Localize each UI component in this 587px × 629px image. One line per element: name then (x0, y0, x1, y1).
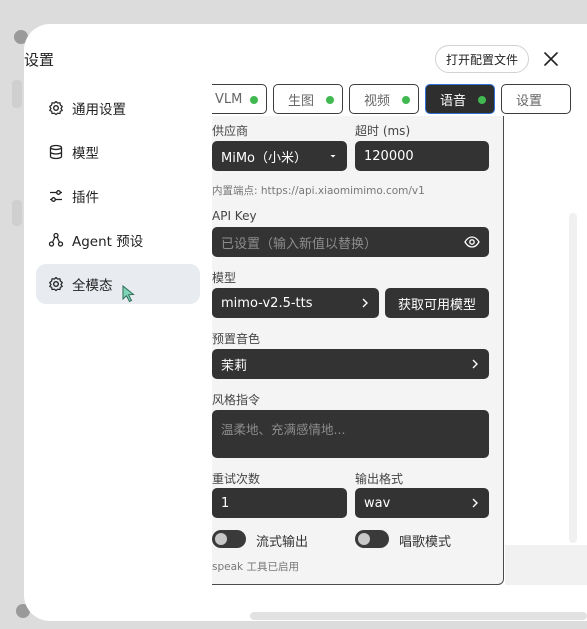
sidebar-item-label: 插件 (72, 190, 99, 206)
stream-output-toggle[interactable] (212, 530, 246, 548)
model-label: 模型 (212, 271, 237, 285)
sidebar-item-label: Agent 预设 (72, 234, 144, 250)
background-row (12, 200, 22, 226)
fetch-models-button[interactable]: 获取可用模型 (385, 288, 489, 318)
horizontal-scrollbar[interactable] (250, 612, 587, 620)
provider-value: MiMo（小米） (221, 150, 307, 166)
speak-tool-status: speak 工具已启用 (212, 561, 299, 573)
gear-icon (48, 276, 64, 292)
gear-icon (48, 100, 64, 116)
agent-icon (48, 232, 64, 248)
sidebar-item-label: 模型 (72, 146, 99, 162)
sidebar-item-general[interactable]: 通用设置 (36, 88, 200, 128)
panel-edge (505, 545, 587, 585)
style-placeholder: 温柔地、充满感情地... (221, 422, 346, 437)
tab-voice[interactable]: 语音 (425, 84, 495, 114)
sidebar-item-label: 通用设置 (72, 102, 126, 118)
close-button[interactable] (540, 48, 562, 70)
chevron-right-icon (472, 359, 478, 369)
chevron-right-icon (472, 498, 478, 508)
model-select[interactable]: mimo-v2.5-tts (212, 288, 379, 318)
sliders-icon (48, 188, 64, 204)
singing-mode-label: 唱歌模式 (399, 535, 452, 550)
tab-label: 视频 (364, 93, 391, 109)
status-dot-icon (250, 96, 258, 104)
tab-video[interactable]: 视频 (349, 84, 419, 114)
retry-label: 重试次数 (212, 472, 261, 486)
close-icon (544, 52, 558, 66)
provider-label: 供应商 (212, 124, 249, 138)
timeout-value: 120000 (364, 148, 414, 164)
vertical-scrollbar[interactable] (569, 213, 577, 543)
sidebar-item-multimodal[interactable]: 全模态 (36, 264, 200, 304)
open-config-file-button[interactable]: 打开配置文件 (435, 45, 529, 73)
api-key-input[interactable]: 已设置（输入新值以替换） (212, 227, 489, 257)
timeout-input[interactable]: 120000 (355, 141, 489, 171)
chevron-right-icon (362, 298, 368, 308)
tab-settings[interactable]: 设置 (501, 84, 571, 114)
toggle-knob (215, 533, 227, 545)
style-label: 风格指令 (212, 393, 261, 407)
format-value: wav (364, 495, 391, 511)
retry-value: 1 (221, 495, 230, 511)
voice-value: 茉莉 (221, 358, 248, 374)
api-key-placeholder: 已设置（输入新值以替换） (221, 236, 378, 252)
caret-down-icon (330, 155, 336, 158)
database-icon (48, 144, 64, 160)
tab-label: 设置 (516, 93, 543, 109)
endpoint-hint: 内置端点: https://api.xiaomimimo.com/v1 (212, 185, 425, 197)
tab-image-gen[interactable]: 生图 (273, 84, 343, 114)
api-key-label: API Key (212, 209, 257, 223)
eye-icon[interactable] (464, 235, 480, 249)
timeout-label: 超时 (ms) (355, 124, 411, 138)
tab-label: 生图 (288, 93, 315, 109)
status-dot-icon (402, 96, 410, 104)
dialog-title: 设置 (24, 51, 55, 69)
status-dot-icon (478, 96, 486, 104)
format-select[interactable]: wav (355, 488, 489, 518)
retry-input[interactable]: 1 (212, 488, 347, 518)
voice-select[interactable]: 茉莉 (212, 349, 489, 379)
tab-vlm[interactable]: VLM (212, 84, 267, 114)
sidebar-item-plugins[interactable]: 插件 (36, 176, 200, 216)
sidebar-item-label: 全模态 (72, 278, 113, 294)
background-row (12, 80, 22, 108)
tab-label: 语音 (440, 93, 467, 109)
provider-select[interactable]: MiMo（小米） (212, 141, 347, 171)
sidebar-item-models[interactable]: 模型 (36, 132, 200, 172)
stream-output-label: 流式输出 (256, 535, 309, 550)
style-textarea[interactable]: 温柔地、充满感情地... (212, 410, 489, 458)
status-dot-icon (326, 96, 334, 104)
voice-label: 预置音色 (212, 332, 261, 346)
tab-label: VLM (215, 91, 243, 107)
format-label: 输出格式 (355, 472, 404, 486)
singing-mode-toggle[interactable] (355, 530, 389, 548)
sidebar-item-agent-presets[interactable]: Agent 预设 (36, 220, 200, 260)
model-value: mimo-v2.5-tts (221, 295, 313, 311)
toggle-knob (358, 533, 370, 545)
mouse-cursor-icon (122, 285, 135, 303)
